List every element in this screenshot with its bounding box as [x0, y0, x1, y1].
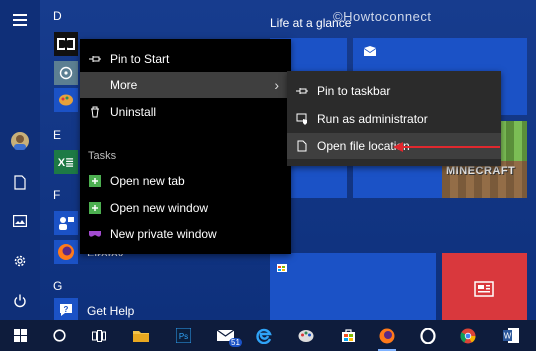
- open-new-tab-label: Open new tab: [110, 174, 185, 188]
- opera-taskbar-button[interactable]: [411, 320, 445, 351]
- run-as-admin-item[interactable]: Run as administrator: [287, 106, 501, 132]
- document-icon: [14, 174, 26, 190]
- mail-icon: [364, 46, 376, 56]
- documents-button[interactable]: [0, 165, 40, 199]
- store-tile[interactable]: [270, 253, 436, 320]
- open-new-window-item[interactable]: Open new window: [80, 195, 291, 221]
- get-help-app-tile[interactable]: ?: [54, 298, 78, 322]
- more-label: More: [110, 78, 138, 92]
- pin-to-taskbar-item[interactable]: Pin to taskbar: [287, 78, 501, 104]
- edge-icon: [256, 328, 272, 344]
- tasks-header: Tasks: [88, 150, 117, 162]
- avatar-icon: [11, 132, 29, 150]
- mail-unread-badge: 51: [229, 338, 242, 347]
- feedback-app-tile[interactable]: [54, 211, 78, 235]
- more-item[interactable]: More ›: [80, 72, 291, 98]
- hamburger-icon: [13, 14, 27, 26]
- uninstall-item[interactable]: Uninstall: [80, 99, 291, 125]
- open-new-tab-item[interactable]: Open new tab: [80, 168, 291, 194]
- news-icon: [474, 281, 494, 297]
- chevron-right-icon: ›: [274, 77, 279, 93]
- hamburger-menu-button[interactable]: [0, 3, 40, 37]
- paint-taskbar-button[interactable]: [289, 320, 323, 351]
- mail-taskbar-button[interactable]: 51: [209, 320, 243, 351]
- app-tile-2[interactable]: [54, 61, 78, 85]
- store-bag-icon: [341, 329, 355, 342]
- letter-header-f[interactable]: F: [53, 188, 60, 202]
- settings-button[interactable]: [0, 244, 40, 278]
- word-icon: W: [503, 328, 519, 343]
- new-private-window-label: New private window: [110, 227, 217, 241]
- news-tile[interactable]: [442, 253, 527, 320]
- chrome-taskbar-button[interactable]: [451, 320, 485, 351]
- app-tile-3[interactable]: [54, 88, 78, 112]
- get-help-app-label[interactable]: Get Help: [87, 304, 134, 318]
- annotation-arrow: [393, 142, 500, 152]
- new-tab-icon: [89, 175, 101, 187]
- svg-text:?: ?: [64, 305, 69, 314]
- word-taskbar-button[interactable]: W: [494, 320, 528, 351]
- pin-icon: [296, 88, 308, 94]
- edge-taskbar-button[interactable]: [247, 320, 281, 351]
- pin-to-taskbar-label: Pin to taskbar: [317, 84, 391, 98]
- user-avatar-button[interactable]: [0, 124, 40, 158]
- cortana-button[interactable]: [42, 320, 76, 351]
- firefox-taskbar-button[interactable]: [370, 320, 404, 351]
- new-window-icon: [89, 202, 101, 214]
- start-button[interactable]: [3, 320, 37, 351]
- pin-to-start-label: Pin to Start: [110, 52, 170, 66]
- open-new-window-label: Open new window: [110, 201, 209, 215]
- power-icon: [14, 294, 26, 308]
- pin-to-start-item[interactable]: Pin to Start: [80, 46, 291, 72]
- store-taskbar-button[interactable]: [331, 320, 365, 351]
- svg-text:W: W: [504, 332, 512, 341]
- firefox-icon: [58, 244, 74, 260]
- minecraft-label: MINECRAFT: [446, 165, 516, 177]
- private-mask-icon: [89, 231, 101, 237]
- firefox-app-tile[interactable]: [54, 240, 78, 264]
- uninstall-label: Uninstall: [110, 105, 157, 119]
- power-button[interactable]: [0, 284, 40, 318]
- folder-icon: [133, 331, 149, 342]
- opera-icon: [420, 327, 436, 344]
- app-icon: [59, 66, 73, 80]
- svg-text:Ps: Ps: [178, 332, 187, 341]
- firefox-icon: [379, 328, 395, 343]
- letter-header-d[interactable]: D: [53, 9, 62, 23]
- trash-icon: [91, 106, 99, 118]
- pictures-icon: [13, 215, 27, 227]
- photoshop-icon: Ps: [175, 328, 191, 343]
- store-icon: [277, 264, 287, 272]
- excel-icon: X≣: [57, 156, 75, 169]
- gear-icon: [14, 255, 26, 267]
- letter-header-e[interactable]: E: [53, 128, 61, 142]
- help-icon: ?: [60, 304, 72, 316]
- cortana-circle-icon: [52, 329, 66, 342]
- shield-icon: [296, 113, 307, 125]
- photoshop-taskbar-button[interactable]: Ps: [166, 320, 200, 351]
- run-as-admin-label: Run as administrator: [317, 112, 428, 126]
- paint-icon: [59, 94, 73, 106]
- pictures-button[interactable]: [0, 204, 40, 238]
- task-view-icon: [92, 329, 106, 342]
- task-view-button[interactable]: [82, 320, 116, 351]
- file-icon: [297, 140, 307, 152]
- chrome-icon: [460, 328, 476, 343]
- start-left-rail: [0, 0, 40, 320]
- dolby-icon: [57, 38, 75, 50]
- letter-header-g[interactable]: G: [53, 279, 62, 293]
- context-menu: Pin to Start More › Uninstall Tasks Open…: [80, 39, 291, 254]
- palette-icon: [298, 329, 314, 342]
- new-private-window-item[interactable]: New private window: [80, 221, 291, 247]
- taskbar: Ps 51 W: [0, 320, 536, 351]
- windows-logo-icon: [13, 329, 27, 342]
- pin-icon: [89, 56, 101, 62]
- excel-app-tile[interactable]: X≣: [54, 150, 78, 174]
- file-explorer-taskbar-button[interactable]: [124, 320, 158, 351]
- people-icon: [59, 217, 74, 230]
- dolby-app-tile[interactable]: [54, 32, 78, 56]
- watermark: ©Howtoconnect: [333, 9, 432, 24]
